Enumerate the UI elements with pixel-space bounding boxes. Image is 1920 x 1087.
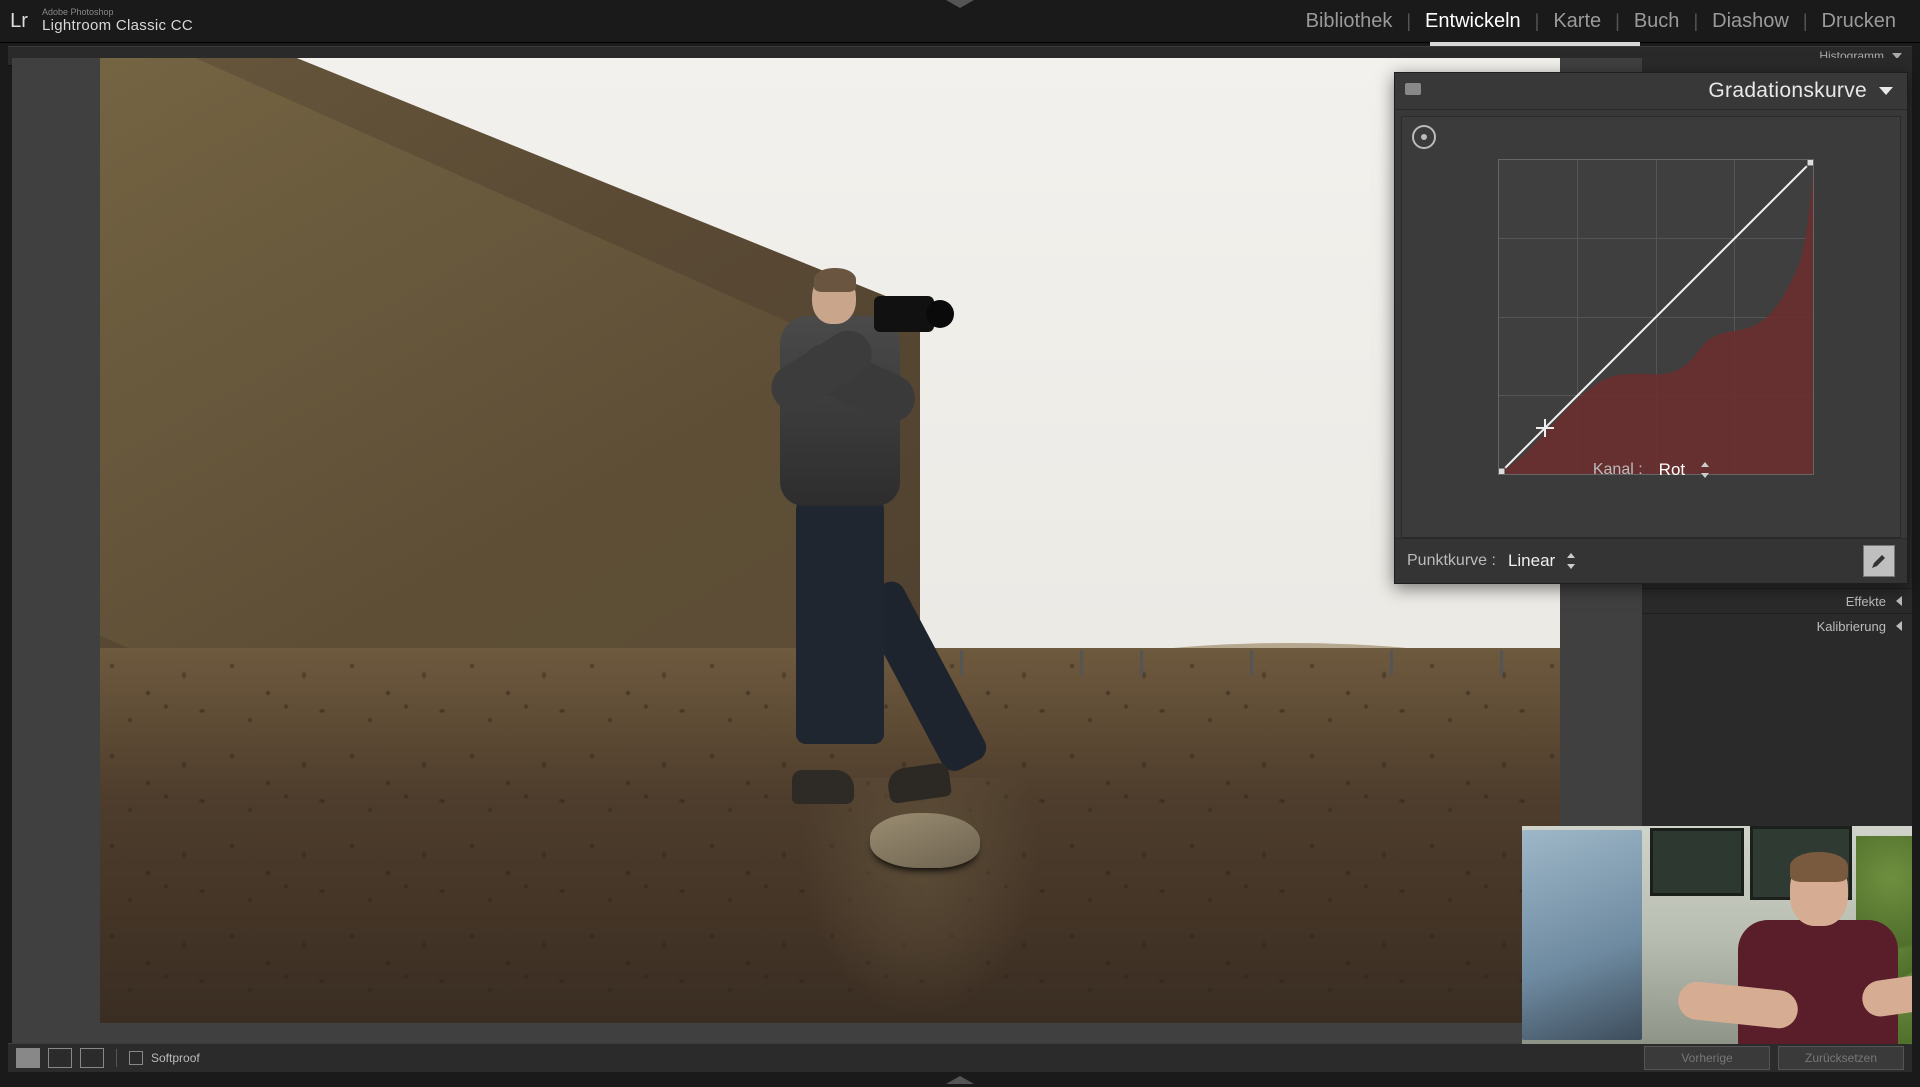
channel-row: Kanal : Rot (1402, 449, 1900, 491)
before-after-lr-icon[interactable] (48, 1048, 72, 1068)
app-name: Lightroom Classic CC (42, 18, 193, 35)
tone-curve-panel: Gradationskurve Kanal : Rot (1394, 72, 1908, 584)
app-title: Adobe Photoshop Lightroom Classic CC (42, 8, 193, 34)
chevron-left-icon (1896, 596, 1902, 606)
panel-effekte[interactable]: Effekte (1642, 588, 1912, 613)
tone-curve-body: Kanal : Rot (1401, 116, 1901, 538)
panel-kalibrierung-label: Kalibrierung (1817, 619, 1886, 634)
preview-image[interactable] (100, 58, 1560, 1023)
stepper-icon[interactable] (1701, 462, 1709, 478)
module-buch[interactable]: Buch (1620, 10, 1694, 33)
edit-point-curve-button[interactable] (1863, 545, 1895, 577)
module-karte[interactable]: Karte (1539, 10, 1615, 33)
panel-kalibrierung[interactable]: Kalibrierung (1642, 613, 1912, 638)
target-adjustment-tool[interactable] (1412, 125, 1436, 149)
previous-button[interactable]: Vorherige (1644, 1046, 1770, 1070)
title-bar: Lr Adobe Photoshop Lightroom Classic CC … (0, 0, 1920, 43)
curve-line[interactable] (1499, 160, 1813, 474)
curve-editor[interactable] (1498, 159, 1814, 475)
reset-button[interactable]: Zurücksetzen (1778, 1046, 1904, 1070)
webcam-overlay (1522, 826, 1912, 1044)
stepper-icon[interactable] (1567, 553, 1575, 569)
photo-subject (770, 268, 910, 828)
softproof-label: Softproof (151, 1051, 200, 1065)
chevron-left-icon (1896, 621, 1902, 631)
module-diashow[interactable]: Diashow (1698, 10, 1803, 33)
point-curve-select[interactable]: Linear (1508, 551, 1555, 571)
module-drucken[interactable]: Drucken (1808, 10, 1910, 33)
module-entwickeln[interactable]: Entwickeln (1411, 10, 1535, 33)
app-logo: Lr (0, 0, 38, 42)
softproof-checkbox[interactable] (129, 1051, 143, 1065)
top-expand-handle[interactable] (946, 0, 974, 10)
before-after-tb-icon[interactable] (80, 1048, 104, 1068)
module-picker: Bibliothek| Entwickeln| Karte| Buch| Dia… (1292, 10, 1920, 33)
channel-label: Kanal : (1593, 461, 1643, 479)
module-bibliothek[interactable]: Bibliothek (1292, 10, 1407, 33)
panel-effekte-label: Effekte (1846, 594, 1886, 609)
panel-toggle-switch[interactable] (1405, 83, 1421, 95)
channel-select[interactable]: Rot (1659, 460, 1685, 480)
tone-curve-header[interactable]: Gradationskurve (1395, 73, 1907, 110)
chevron-down-icon (1879, 87, 1893, 95)
point-curve-label: Punktkurve : (1407, 552, 1496, 570)
point-curve-row: Punktkurve : Linear (1395, 538, 1907, 583)
loupe-view-icon[interactable] (16, 1048, 40, 1068)
tone-curve-title: Gradationskurve (1708, 79, 1867, 103)
bottom-toolbar: Softproof Vorherige Zurücksetzen (8, 1043, 1912, 1072)
